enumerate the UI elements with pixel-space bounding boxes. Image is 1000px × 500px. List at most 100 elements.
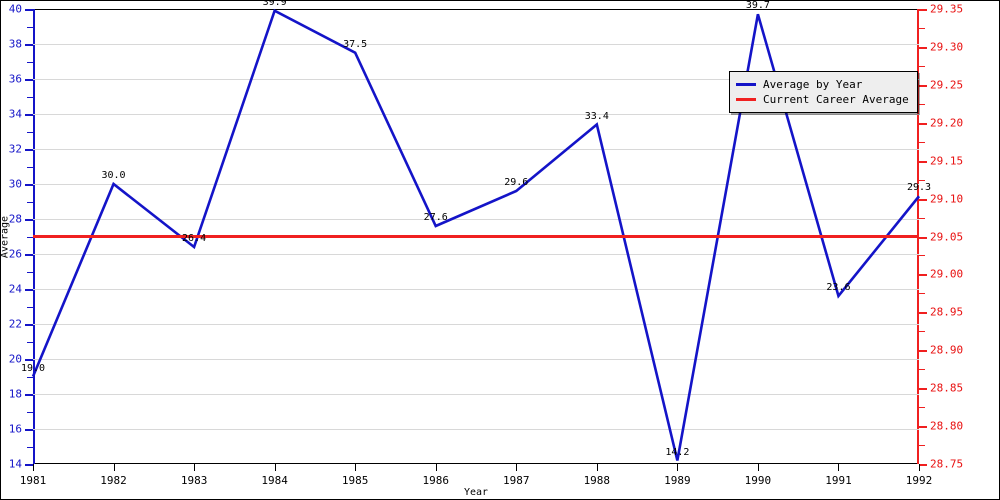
- left-axis-major-tick: [25, 464, 33, 466]
- left-axis-tick-label: 26: [8, 247, 22, 261]
- data-point-label: 27.6: [423, 212, 448, 223]
- x-axis-tick-label: 1982: [100, 474, 127, 487]
- data-point-label: 19.0: [20, 362, 46, 374]
- x-axis-tick: [274, 464, 276, 471]
- left-axis-tick-label: 30: [8, 177, 22, 191]
- right-axis-tick-label: 28.85: [930, 381, 964, 395]
- left-axis-tick-label: 16: [8, 422, 22, 436]
- right-axis-tick-label: 28.95: [930, 305, 964, 319]
- right-axis-major-tick: [919, 160, 927, 163]
- left-axis-major-tick: [25, 429, 33, 431]
- x-axis-tick-label: 1989: [664, 474, 691, 487]
- right-axis-minor-tick: [919, 331, 925, 333]
- data-point-label: 39.9: [262, 0, 287, 8]
- x-axis-tick: [757, 464, 759, 471]
- data-point-label: 23.6: [826, 282, 851, 293]
- right-axis-major-tick: [919, 388, 927, 391]
- x-axis-tick-label: 1992: [905, 474, 933, 487]
- right-axis-tick-label: 29.30: [930, 40, 964, 54]
- x-axis-tick: [33, 464, 34, 471]
- right-axis-tick-label: 28.75: [930, 457, 964, 471]
- x-axis-tick-label: 1987: [503, 474, 530, 487]
- x-axis-tick: [113, 464, 115, 471]
- right-axis-major-tick: [919, 274, 927, 277]
- data-point-label: 29.3: [906, 182, 932, 194]
- right-axis-tick-label: 28.90: [930, 343, 964, 357]
- right-axis-tick-label: 29.20: [930, 116, 964, 130]
- x-axis-tick-label: 1984: [261, 474, 288, 487]
- x-axis-tick-label: 1981: [19, 474, 47, 487]
- left-axis-tick-label: 14: [8, 457, 22, 471]
- right-axis-major-tick: [919, 312, 927, 315]
- left-axis-tick-label: 36: [8, 72, 22, 86]
- right-axis-major-tick: [919, 426, 927, 429]
- right-axis-minor-tick: [919, 255, 925, 257]
- left-axis-major-tick: [25, 219, 33, 221]
- legend-color-swatch-icon: [736, 83, 756, 86]
- left-axis-major-tick: [25, 79, 33, 81]
- left-axis-major-tick: [25, 359, 33, 361]
- left-axis-major-tick: [25, 254, 33, 256]
- right-axis-minor-tick: [919, 293, 925, 295]
- right-axis-minor-tick: [919, 103, 925, 105]
- x-axis-tick: [838, 464, 840, 471]
- data-point-label: 39.7: [745, 0, 770, 12]
- right-axis-tick-label: 28.80: [930, 419, 964, 433]
- x-axis-tick-label: 1986: [422, 474, 449, 487]
- left-axis-major-tick: [25, 149, 33, 151]
- data-point-label: 33.4: [584, 110, 609, 122]
- right-axis-minor-tick: [919, 141, 925, 143]
- x-axis-tick-label: 1991: [825, 474, 852, 487]
- right-axis-tick-label: 29.05: [930, 230, 964, 243]
- left-axis-tick-label: 20: [8, 352, 22, 366]
- right-axis-major-tick: [919, 236, 927, 239]
- chart-container: 19.0 30.0 26.4 39.9 37.5 27.6 29.6 33.4 14.2 39.7…: [0, 0, 1000, 500]
- left-axis-major-tick: [25, 184, 33, 186]
- x-axis-title: Year: [463, 487, 489, 498]
- x-axis-tick-label: 1990: [744, 474, 772, 487]
- right-axis-minor-tick: [919, 445, 925, 447]
- data-point-label: 30.0: [101, 170, 126, 181]
- left-axis-tick-label: 38: [8, 37, 22, 51]
- right-axis-minor-tick: [919, 65, 925, 67]
- x-axis-tick-label: 1988: [583, 474, 611, 487]
- data-point-label: 29.6: [504, 177, 529, 188]
- x-axis-tick: [435, 464, 437, 471]
- left-axis-tick-label: 28: [8, 212, 22, 226]
- data-point-label: 37.5: [343, 38, 368, 50]
- right-axis-major-tick: [919, 46, 927, 49]
- right-axis-major-tick: [919, 198, 927, 201]
- left-axis-major-tick: [25, 394, 33, 396]
- chart-legend: Average by Year Current Career Average: [729, 71, 918, 113]
- right-axis-major-tick: [919, 122, 927, 125]
- right-axis-minor-tick: [919, 407, 925, 409]
- right-axis-tick-label: 29.15: [930, 154, 964, 168]
- right-axis-tick-label: 29.25: [930, 78, 964, 92]
- legend-color-swatch-icon: [736, 98, 756, 101]
- left-axis-tick-label: 32: [8, 142, 22, 156]
- right-axis-major-tick: [919, 350, 927, 353]
- left-axis-tick-label: 34: [8, 107, 22, 121]
- x-axis-tick: [516, 464, 518, 471]
- legend-label: Current Career Average: [763, 93, 909, 106]
- right-axis-major-tick: [919, 464, 927, 466]
- right-axis-minor-tick: [919, 369, 925, 371]
- right-axis-major-tick: [919, 9, 927, 11]
- right-axis-minor-tick: [919, 27, 925, 29]
- x-axis-tick-label: 1985: [341, 474, 369, 487]
- x-axis-tick: [919, 464, 920, 471]
- left-axis-major-tick: [25, 324, 33, 326]
- left-axis-tick-label: 40: [8, 2, 22, 16]
- x-axis-tick: [194, 464, 196, 471]
- left-axis-major-tick: [25, 114, 33, 116]
- x-axis-tick-label: 1983: [180, 474, 208, 487]
- x-axis-tick: [677, 464, 679, 471]
- right-axis-tick-label: 29.00: [930, 267, 964, 281]
- legend-label: Average by Year: [763, 78, 863, 91]
- right-axis-minor-tick: [919, 179, 925, 181]
- left-axis-major-tick: [25, 289, 33, 291]
- x-axis-tick: [355, 464, 357, 471]
- data-point-label: 14.2: [665, 446, 690, 458]
- right-axis-tick-label: 29.35: [930, 2, 964, 16]
- legend-item: Current Career Average: [736, 92, 909, 107]
